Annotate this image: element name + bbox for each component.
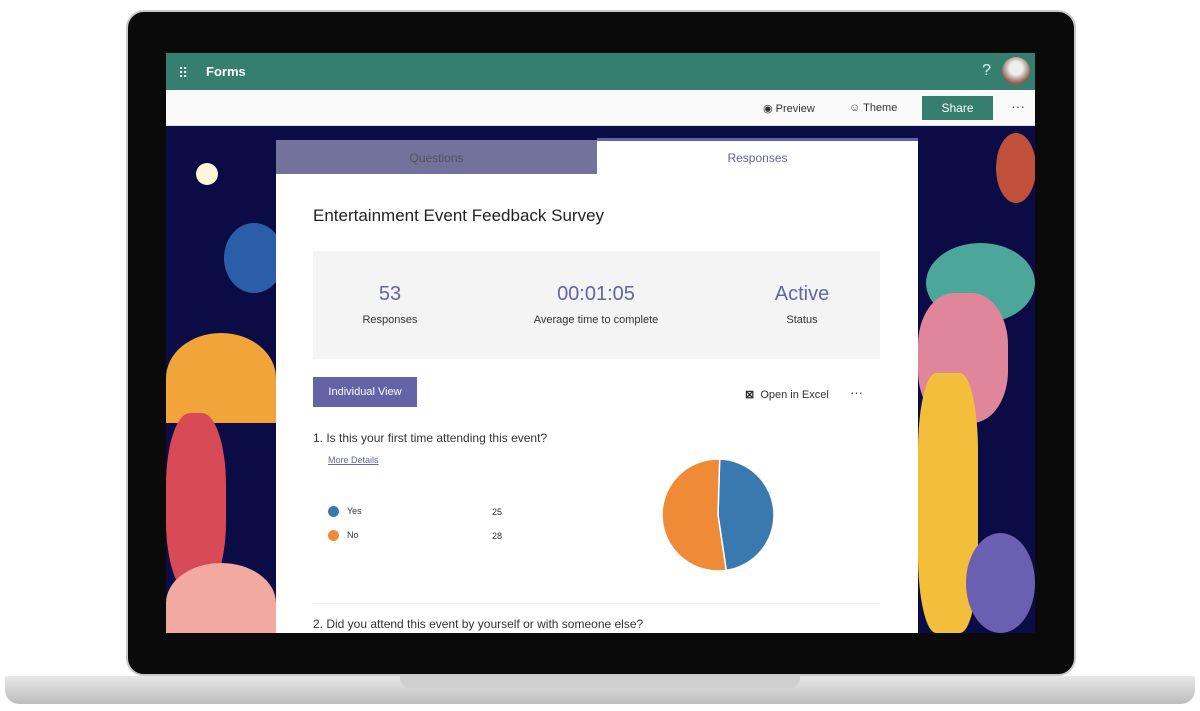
more-actions-icon[interactable]: ··· — [850, 385, 863, 400]
stat-average-time: 00:01:05 Average time to complete — [506, 283, 686, 326]
eye-icon: ◉ — [763, 103, 773, 115]
tab-questions[interactable]: Questions — [276, 140, 597, 174]
stat-value: Active — [774, 283, 830, 305]
legend-swatch — [328, 506, 339, 518]
legend-swatch — [328, 530, 339, 542]
decor-shape — [996, 133, 1035, 203]
legend-count: 25 — [492, 507, 503, 517]
decor-shape — [166, 563, 276, 633]
pie-chart — [661, 458, 775, 572]
open-in-excel-button[interactable]: ⊠ Open in Excel — [745, 388, 829, 401]
decor-shape — [166, 333, 276, 423]
stat-value: 00:01:05 — [557, 283, 635, 305]
individual-view-button[interactable]: Individual View — [313, 377, 417, 407]
decor-shape — [196, 163, 218, 185]
theme-button[interactable]: ☺ Theme — [849, 102, 897, 114]
question-1-title: 1. Is this your first time attending thi… — [313, 431, 548, 445]
divider — [313, 603, 880, 604]
share-button[interactable]: Share — [922, 96, 993, 120]
command-bar: ◉ Preview ☺ Theme Share ··· — [166, 90, 1035, 126]
stat-value: 53 — [378, 283, 402, 305]
question-2-title: 2. Did you attend this event by yourself… — [313, 617, 644, 631]
stat-label: Responses — [362, 314, 418, 326]
app-launcher-icon[interactable]: ⠿ — [178, 65, 188, 82]
legend-item-yes: Yes 25 — [328, 506, 502, 518]
responses-card: Entertainment Event Feedback Survey 53 Re… — [276, 174, 918, 633]
decor-shape — [966, 533, 1035, 633]
excel-icon: ⊠ — [745, 389, 755, 401]
preview-button[interactable]: ◉ Preview — [763, 102, 815, 115]
avatar[interactable] — [1002, 57, 1030, 85]
pie-slice-no — [661, 458, 728, 572]
top-bar: ⠿ Forms ? — [166, 53, 1035, 90]
decor-shape — [224, 223, 284, 293]
more-options-icon[interactable]: ··· — [1011, 98, 1025, 114]
form-title: Entertainment Event Feedback Survey — [313, 206, 605, 225]
pie-slice-yes — [717, 458, 775, 572]
stat-responses: 53 Responses — [300, 283, 480, 326]
theme-label: Theme — [863, 102, 898, 114]
more-details-link[interactable]: More Details — [328, 455, 379, 465]
legend-label: No — [347, 530, 359, 540]
stat-label: Average time to complete — [533, 314, 659, 326]
screen: ⠿ Forms ? ◉ Preview ☺ Theme Share ··· Qu… — [166, 53, 1035, 633]
laptop-notch — [400, 676, 800, 688]
palette-icon: ☺ — [849, 102, 861, 114]
app-name[interactable]: Forms — [206, 64, 246, 79]
help-icon[interactable]: ? — [982, 62, 991, 80]
tab-responses[interactable]: Responses — [597, 138, 918, 174]
preview-label: Preview — [775, 103, 815, 115]
legend-item-no: No 28 — [328, 530, 502, 542]
stat-label: Status — [786, 314, 818, 326]
summary-stats: 53 Responses 00:01:05 Average time to comp… — [313, 251, 880, 359]
legend-label: Yes — [347, 506, 362, 516]
stat-status: Active Status — [712, 283, 892, 326]
legend-count: 28 — [492, 531, 503, 541]
open-in-excel-label: Open in Excel — [760, 389, 829, 401]
